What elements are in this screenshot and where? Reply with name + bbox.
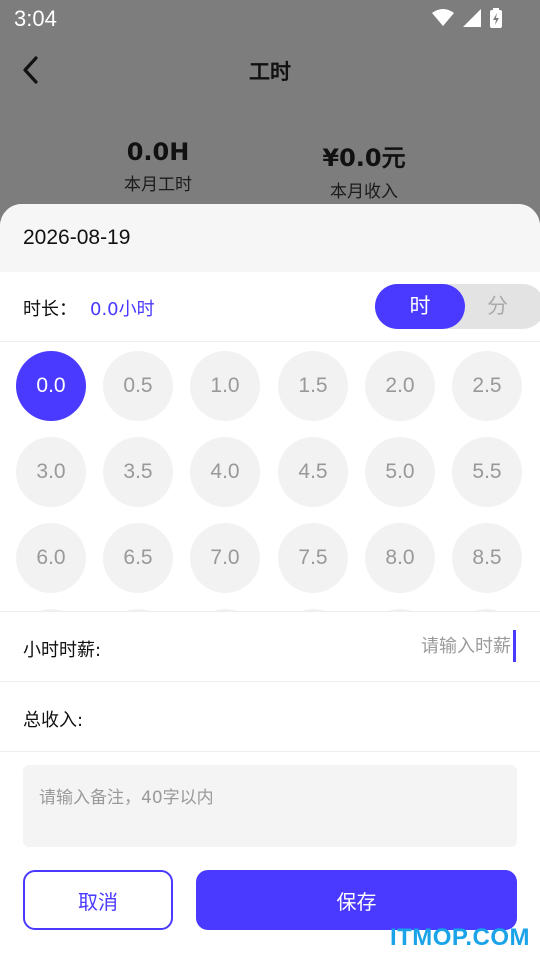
hour-option[interactable]: 4.5 <box>278 437 348 507</box>
unit-hour-option[interactable]: 时 <box>375 284 465 329</box>
total-income-row: 总收入: <box>0 682 540 752</box>
hour-option[interactable]: 2.0 <box>365 351 435 421</box>
hour-option[interactable]: 3.0 <box>16 437 86 507</box>
hourly-wage-row: 小时时薪: <box>0 612 540 682</box>
monthly-stats: 0.0H 本月工时 ¥0.0元 本月收入 <box>0 138 540 202</box>
stat-income-value: ¥0.0元 <box>322 144 406 172</box>
wifi-icon <box>432 9 454 26</box>
cancel-button[interactable]: 取消 <box>23 870 173 930</box>
stat-income: ¥0.0元 本月收入 <box>284 138 444 202</box>
duration-label: 时长： <box>23 299 77 320</box>
hour-option[interactable]: 6.0 <box>16 523 86 593</box>
stat-income-label: 本月收入 <box>330 182 398 202</box>
status-bar: 3:04 <box>0 0 540 38</box>
unit-minute-option[interactable]: 分 <box>465 284 530 329</box>
hour-option[interactable]: 3.5 <box>103 437 173 507</box>
hour-option[interactable]: 7.0 <box>190 523 260 593</box>
hour-option[interactable]: 7.5 <box>278 523 348 593</box>
duration-row: 时长： 0.0小时 时 分 <box>0 272 540 342</box>
hour-option[interactable]: 0.0 <box>16 351 86 421</box>
status-time: 3:04 <box>14 6 57 31</box>
page-title: 工时 <box>249 60 291 84</box>
signal-icon <box>463 9 481 27</box>
watermark: ITMOP.COM <box>389 924 530 951</box>
work-hours-sheet: 2026-08-19 时长： 0.0小时 时 分 0.0 0.5 1.0 1.5 2.0… <box>0 204 540 960</box>
hourly-wage-label: 小时时薪: <box>23 640 102 661</box>
duration-value: 0.0小时 <box>90 299 155 320</box>
save-button[interactable]: 保存 <box>196 870 517 930</box>
date-selector[interactable]: 2026-08-19 <box>0 204 540 272</box>
date-text: 2026-08-19 <box>23 226 131 249</box>
hour-option[interactable]: 1.0 <box>190 351 260 421</box>
hour-option[interactable]: 1.5 <box>278 351 348 421</box>
hour-option[interactable]: 4.0 <box>190 437 260 507</box>
hour-option[interactable]: 6.5 <box>103 523 173 593</box>
hourly-wage-input[interactable] <box>316 630 516 662</box>
hour-option[interactable]: 5.5 <box>452 437 522 507</box>
hour-option[interactable]: 2.5 <box>452 351 522 421</box>
hour-option[interactable]: 5.0 <box>365 437 435 507</box>
stat-hours: 0.0H 本月工时 <box>78 138 238 195</box>
hour-option[interactable]: 8.0 <box>365 523 435 593</box>
hour-option[interactable]: 0.5 <box>103 351 173 421</box>
battery-charging-icon <box>490 8 502 28</box>
status-icons <box>432 8 502 28</box>
unit-toggle[interactable]: 时 分 <box>375 284 540 329</box>
app-bar: 工时 <box>0 38 540 102</box>
stat-hours-value: 0.0H <box>126 138 190 166</box>
hour-grid: 0.0 0.5 1.0 1.5 2.0 2.5 3.0 3.5 4.0 4.5 5.0 5.5 6.0 6… <box>0 342 540 612</box>
stat-hours-label: 本月工时 <box>124 175 192 195</box>
total-income-label: 总收入: <box>23 710 84 731</box>
hour-option[interactable]: 8.5 <box>452 523 522 593</box>
note-input[interactable] <box>23 765 517 847</box>
